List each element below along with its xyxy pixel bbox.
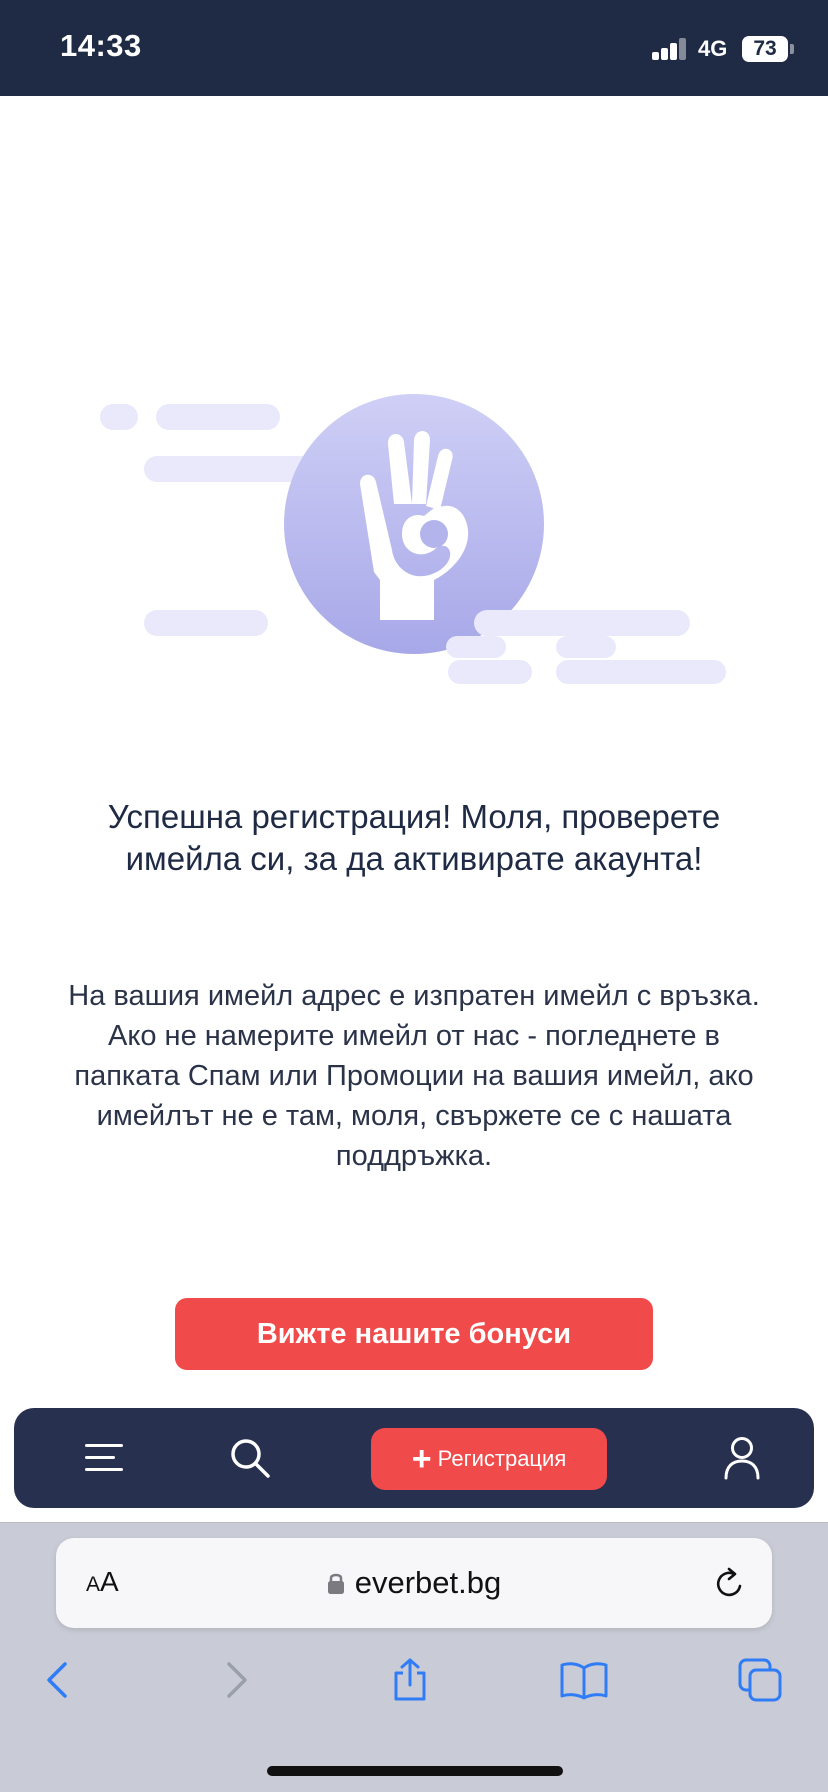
- success-title: Успешна регистрация! Моля, проверете име…: [107, 798, 721, 877]
- bookmarks-button[interactable]: [554, 1650, 614, 1710]
- forward-icon: [227, 1662, 247, 1698]
- forward-button[interactable]: [206, 1650, 266, 1710]
- share-button[interactable]: [380, 1650, 440, 1710]
- share-icon: [394, 1658, 426, 1701]
- cloud-shape: [556, 660, 726, 684]
- success-description: На вашия имейл адрес е изпратен имейл с …: [68, 980, 760, 1172]
- tabs-icon: [738, 1658, 782, 1702]
- cloud-shape: [556, 636, 616, 658]
- register-button[interactable]: + Регистрация: [371, 1428, 607, 1490]
- search-button[interactable]: [220, 1408, 280, 1508]
- url-display[interactable]: everbet.bg: [56, 1538, 772, 1628]
- cloud-shape: [474, 610, 690, 636]
- cloud-shape: [100, 404, 138, 430]
- reload-button[interactable]: [714, 1566, 746, 1605]
- cloud-shape: [156, 404, 280, 430]
- cloud-shape: [448, 660, 532, 684]
- hamburger-menu-icon: [85, 1444, 123, 1471]
- status-time: 14:33: [60, 28, 142, 63]
- user-icon: [724, 1437, 760, 1480]
- menu-button[interactable]: [74, 1408, 134, 1508]
- battery-tip: [790, 44, 794, 54]
- view-bonuses-button[interactable]: Вижте нашите бонуси: [175, 1298, 653, 1370]
- url-text: everbet.bg: [354, 1565, 502, 1600]
- home-indicator: [267, 1766, 563, 1776]
- ok-hand-illustration: [90, 380, 740, 700]
- plus-icon: +: [411, 1440, 432, 1478]
- network-type: 4G: [698, 36, 728, 61]
- profile-button[interactable]: [712, 1408, 772, 1508]
- back-button[interactable]: [28, 1650, 88, 1710]
- app-bottom-nav: + Регистрация: [14, 1408, 814, 1508]
- reload-icon: [716, 1567, 742, 1597]
- search-icon: [231, 1439, 270, 1478]
- battery-icon: 73: [742, 36, 788, 62]
- bookmarks-icon: [560, 1662, 608, 1700]
- status-bar: 14:33 4G 73: [0, 0, 828, 96]
- back-icon: [47, 1662, 67, 1698]
- signal-strength-icon: [652, 38, 688, 60]
- register-label: Регистрация: [437, 1446, 567, 1471]
- cloud-shape: [144, 610, 268, 636]
- lock-icon: [327, 1573, 344, 1594]
- tabs-button[interactable]: [730, 1650, 790, 1710]
- cloud-shape: [446, 636, 506, 658]
- address-bar[interactable]: AA everbet.bg: [56, 1538, 772, 1628]
